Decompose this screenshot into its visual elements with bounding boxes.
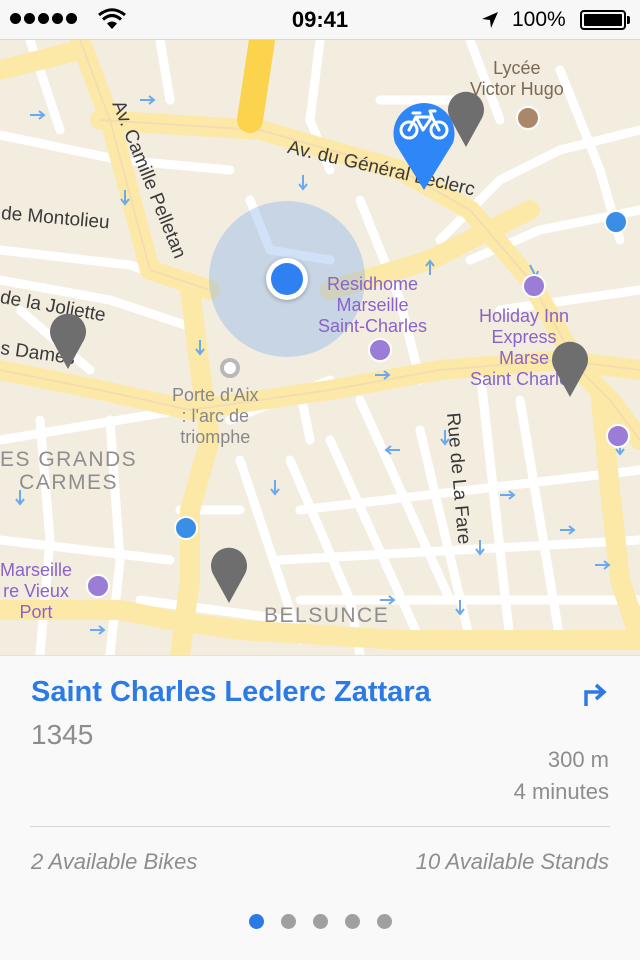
divider <box>30 826 610 827</box>
available-stands: 10 Available Stands <box>415 849 609 874</box>
map-view[interactable]: Av. Camille Pelletan Av. du Général Lecl… <box>0 40 640 655</box>
hotel-icon[interactable] <box>368 338 392 362</box>
battery-percentage: 100% <box>512 8 566 31</box>
station-pin[interactable] <box>48 310 88 370</box>
district-label-belsunce: BELSUNCE <box>264 604 390 627</box>
station-walk-duration: 4 minutes <box>513 779 609 804</box>
user-location-icon[interactable] <box>266 258 308 300</box>
hotel-icon[interactable] <box>522 274 546 298</box>
metro-icon[interactable] <box>604 210 628 234</box>
poi-label-vieux-port: Marseille re Vieux Port <box>0 560 73 622</box>
status-bar: 09:41 100% <box>0 0 640 40</box>
page-dot-3[interactable] <box>312 914 328 929</box>
poi-label-residhome: Residhome Marseille Saint-Charles <box>318 274 428 336</box>
station-pin[interactable] <box>209 544 249 604</box>
available-bikes: 2 Available Bikes <box>31 849 198 874</box>
station-id: 1345 <box>31 719 94 750</box>
location-arrow-icon <box>482 12 498 28</box>
page-dot-1[interactable] <box>248 914 264 929</box>
school-icon[interactable] <box>516 106 540 130</box>
station-pin[interactable] <box>550 338 590 398</box>
hotel-icon[interactable] <box>606 424 630 448</box>
landmark-icon[interactable] <box>220 358 240 378</box>
poi-label-porte-aix: Porte d'Aix : l'arc de triomphe <box>172 385 259 447</box>
district-label-grands-carmes: ES GRANDS CARMES <box>0 448 138 494</box>
station-detail-card[interactable]: Saint Charles Leclerc Zattara 1345 300 m… <box>0 655 640 960</box>
station-name: Saint Charles Leclerc Zattara <box>31 676 431 708</box>
page-indicator[interactable] <box>0 914 640 929</box>
directions-arrow-icon[interactable] <box>580 680 610 710</box>
metro-icon[interactable] <box>174 516 198 540</box>
selected-station-pin[interactable] <box>390 93 458 191</box>
battery-icon <box>580 10 626 30</box>
station-distance: 300 m <box>547 747 609 772</box>
hotel-icon[interactable] <box>86 574 110 598</box>
page-dot-4[interactable] <box>344 914 360 929</box>
page-dot-5[interactable] <box>376 914 392 929</box>
page-dot-2[interactable] <box>280 914 296 929</box>
